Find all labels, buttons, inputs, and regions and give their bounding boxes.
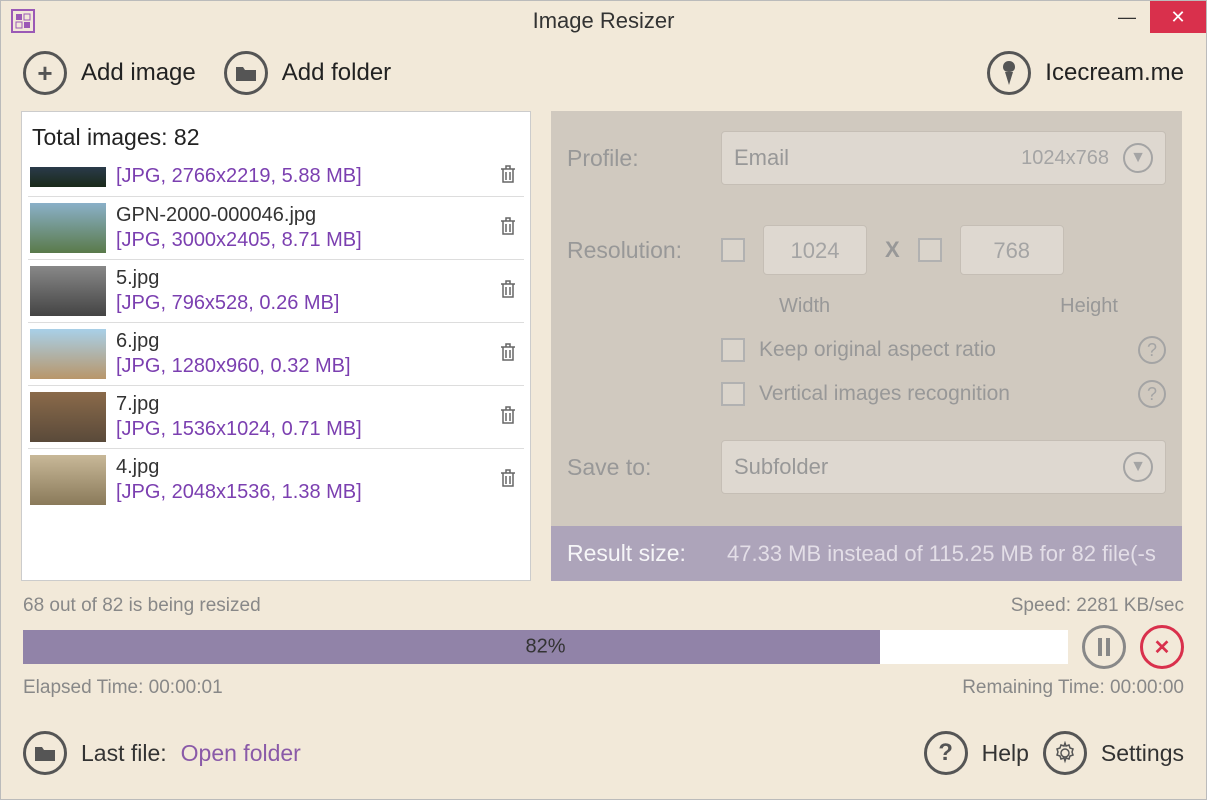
result-size-text: 47.33 MB instead of 115.25 MB for 82 fil…: [727, 541, 1156, 567]
file-row[interactable]: 7.jpg [JPG, 1536x1024, 0.71 MB]: [28, 385, 524, 448]
progress-section: 68 out of 82 is being resized Speed: 228…: [1, 581, 1206, 705]
total-count-label: Total images: 82: [28, 120, 524, 157]
image-list-panel: Total images: 82 [JPG, 2766x2219, 5.88 M…: [21, 111, 531, 581]
progress-bar: 82%: [23, 630, 1068, 664]
height-label: Height: [1060, 295, 1118, 318]
save-to-dropdown[interactable]: Subfolder ▼: [721, 440, 1166, 494]
file-row[interactable]: [JPG, 2766x2219, 5.88 MB]: [28, 157, 524, 196]
file-meta: [JPG, 796x528, 0.26 MB]: [116, 292, 488, 315]
file-row[interactable]: GPN-2000-000046.jpg [JPG, 3000x2405, 8.7…: [28, 196, 524, 259]
vertical-recognition-label: Vertical images recognition: [759, 382, 1010, 406]
profile-dropdown[interactable]: Email 1024x768 ▼: [721, 131, 1166, 185]
file-meta: [JPG, 1280x960, 0.32 MB]: [116, 355, 488, 378]
progress-speed-text: Speed: 2281 KB/sec: [1011, 595, 1184, 617]
chevron-down-icon: ▼: [1123, 143, 1153, 173]
remaining-time-text: Remaining Time: 00:00:00: [962, 677, 1184, 699]
keep-aspect-checkbox[interactable]: [721, 338, 745, 362]
thumbnail: [30, 167, 106, 187]
file-name: 7.jpg: [116, 393, 488, 416]
footer: Last file: Open folder ? Help Settings: [1, 705, 1206, 785]
window-controls: — ✕: [1104, 1, 1206, 33]
app-icon: [11, 9, 35, 33]
add-folder-button[interactable]: Add folder: [224, 51, 391, 95]
file-name: 6.jpg: [116, 330, 488, 353]
window-title: Image Resizer: [533, 8, 675, 34]
pause-button[interactable]: [1082, 625, 1126, 669]
vertical-recognition-checkbox[interactable]: [721, 382, 745, 406]
delete-icon[interactable]: [498, 341, 522, 368]
thumbnail: [30, 266, 106, 316]
gear-icon: [1043, 731, 1087, 775]
minimize-button[interactable]: —: [1104, 1, 1150, 33]
profile-value: Email: [734, 145, 789, 171]
file-row[interactable]: 4.jpg [JPG, 2048x1536, 1.38 MB]: [28, 448, 524, 511]
brand-label: Icecream.me: [1045, 59, 1184, 87]
thumbnail: [30, 329, 106, 379]
save-to-label: Save to:: [567, 454, 707, 481]
progress-status-text: 68 out of 82 is being resized: [23, 595, 261, 617]
open-folder-link[interactable]: Open folder: [181, 740, 301, 767]
file-row[interactable]: 6.jpg [JPG, 1280x960, 0.32 MB]: [28, 322, 524, 385]
progress-percent: 82%: [525, 636, 565, 659]
folder-icon: [224, 51, 268, 95]
add-folder-label: Add folder: [282, 59, 391, 87]
add-image-label: Add image: [81, 59, 196, 87]
help-button[interactable]: Help: [982, 740, 1029, 767]
resolution-label: Resolution:: [567, 237, 707, 264]
profile-dimensions: 1024x768: [1021, 147, 1109, 170]
progress-fill: [23, 630, 880, 664]
file-meta: [JPG, 1536x1024, 0.71 MB]: [116, 418, 488, 441]
width-input[interactable]: 1024: [763, 225, 867, 275]
settings-button[interactable]: Settings: [1101, 740, 1184, 767]
help-icon[interactable]: ?: [1138, 380, 1166, 408]
toolbar: + Add image Add folder Icecream.me: [1, 41, 1206, 111]
brand-link[interactable]: Icecream.me: [987, 51, 1184, 95]
height-lock-checkbox[interactable]: [918, 238, 942, 262]
folder-icon: [23, 731, 67, 775]
titlebar: Image Resizer — ✕: [1, 1, 1206, 41]
delete-icon[interactable]: [498, 163, 522, 190]
delete-icon[interactable]: [498, 404, 522, 431]
file-meta: [JPG, 2766x2219, 5.88 MB]: [116, 165, 488, 188]
chevron-down-icon: ▼: [1123, 452, 1153, 482]
delete-icon[interactable]: [498, 215, 522, 242]
file-name: 5.jpg: [116, 267, 488, 290]
width-lock-checkbox[interactable]: [721, 238, 745, 262]
delete-icon[interactable]: [498, 467, 522, 494]
cancel-button[interactable]: ✕: [1140, 625, 1184, 669]
file-name: GPN-2000-000046.jpg: [116, 204, 488, 227]
result-size-label: Result size:: [567, 540, 707, 567]
settings-panel: Profile: Email 1024x768 ▼ Resolution: 10…: [551, 111, 1182, 581]
delete-icon[interactable]: [498, 278, 522, 305]
height-input[interactable]: 768: [960, 225, 1064, 275]
help-icon: ?: [924, 731, 968, 775]
dimension-separator: X: [885, 237, 900, 263]
width-label: Width: [779, 295, 830, 318]
keep-aspect-label: Keep original aspect ratio: [759, 338, 996, 362]
icecream-icon: [987, 51, 1031, 95]
plus-icon: +: [23, 51, 67, 95]
file-meta: [JPG, 2048x1536, 1.38 MB]: [116, 481, 488, 504]
thumbnail: [30, 455, 106, 505]
result-size-bar: Result size: 47.33 MB instead of 115.25 …: [551, 526, 1182, 581]
save-to-value: Subfolder: [734, 454, 828, 480]
file-row[interactable]: 5.jpg [JPG, 796x528, 0.26 MB]: [28, 259, 524, 322]
profile-label: Profile:: [567, 145, 707, 172]
file-meta: [JPG, 3000x2405, 8.71 MB]: [116, 229, 488, 252]
close-button[interactable]: ✕: [1150, 1, 1206, 33]
thumbnail: [30, 392, 106, 442]
file-name: 4.jpg: [116, 456, 488, 479]
help-icon[interactable]: ?: [1138, 336, 1166, 364]
file-list[interactable]: [JPG, 2766x2219, 5.88 MB] GPN-2000-00004…: [28, 157, 524, 511]
thumbnail: [30, 203, 106, 253]
elapsed-time-text: Elapsed Time: 00:00:01: [23, 677, 223, 699]
last-file-label: Last file:: [81, 740, 167, 767]
add-image-button[interactable]: + Add image: [23, 51, 196, 95]
